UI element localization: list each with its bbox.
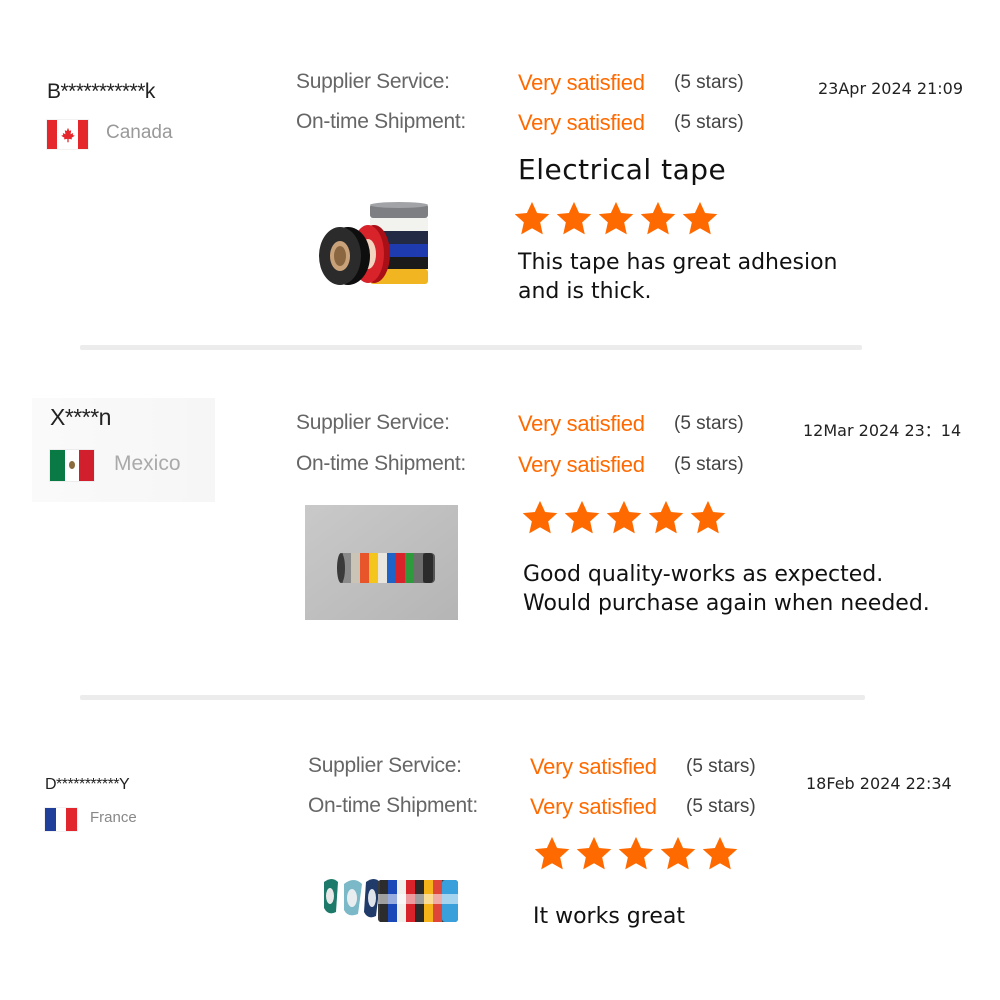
comment-line: Good quality-works as expected. [523, 562, 884, 587]
review-date: 12Mar 2024 23：14 [803, 421, 962, 440]
star-icon [598, 201, 634, 235]
supplier-service-stars: (5 stars) [686, 756, 756, 777]
ontime-shipment-rating: Very satisfied [530, 794, 657, 819]
star-icon [564, 500, 600, 534]
rating-stars [533, 835, 739, 872]
comment-line: This tape has great adhesion [518, 250, 838, 275]
reviewer-country: France [90, 809, 137, 826]
ontime-shipment-rating: Very satisfied [518, 110, 645, 135]
ontime-shipment-rating: Very satisfied [518, 452, 645, 477]
supplier-service-label: Supplier Service: [296, 411, 450, 434]
reviewer-info-box [32, 398, 215, 502]
rating-stars [513, 200, 719, 237]
rating-stars [521, 499, 727, 536]
review-divider [80, 345, 862, 350]
review-card: B***********k Canada Supplier Service: V… [0, 0, 1000, 350]
canada-flag-icon [47, 120, 88, 149]
supplier-service-stars: (5 stars) [674, 413, 744, 434]
comment-line: Would purchase again when needed. [523, 591, 930, 616]
product-title: Electrical tape [518, 153, 727, 186]
reviewer-country: Mexico [114, 452, 181, 475]
star-icon [618, 836, 654, 870]
review-comment: Good quality-works as expected. Would pu… [523, 560, 963, 618]
supplier-service-rating: Very satisfied [530, 754, 657, 779]
product-image[interactable] [305, 505, 458, 620]
star-icon [576, 836, 612, 870]
star-icon [648, 500, 684, 534]
star-icon [702, 836, 738, 870]
ontime-shipment-label: On-time Shipment: [296, 110, 466, 133]
star-icon [682, 201, 718, 235]
review-comment: This tape has great adhesion and is thic… [518, 248, 878, 306]
product-image[interactable] [318, 198, 433, 294]
star-icon [514, 201, 550, 235]
ontime-shipment-label: On-time Shipment: [296, 452, 466, 475]
ontime-shipment-stars: (5 stars) [674, 112, 744, 133]
ontime-shipment-stars: (5 stars) [674, 454, 744, 475]
ontime-shipment-stars: (5 stars) [686, 796, 756, 817]
star-icon [640, 201, 676, 235]
star-icon [522, 500, 558, 534]
reviewer-username: D***********Y [45, 776, 130, 793]
supplier-service-label: Supplier Service: [296, 70, 450, 93]
supplier-service-label: Supplier Service: [308, 754, 462, 777]
supplier-service-rating: Very satisfied [518, 70, 645, 95]
star-icon [690, 500, 726, 534]
product-image[interactable] [322, 872, 459, 924]
star-icon [534, 836, 570, 870]
star-icon [660, 836, 696, 870]
comment-line: It works great [533, 904, 685, 929]
supplier-service-stars: (5 stars) [674, 72, 744, 93]
france-flag-icon [45, 808, 77, 831]
reviewer-country: Canada [106, 122, 173, 143]
reviewer-username: B***********k [47, 80, 155, 103]
review-divider [80, 695, 865, 700]
supplier-service-rating: Very satisfied [518, 411, 645, 436]
review-comment: It works great [533, 902, 833, 931]
review-date: 18Feb 2024 22:34 [806, 774, 952, 793]
mexico-flag-icon [50, 450, 94, 481]
star-icon [556, 201, 592, 235]
review-date: 23Apr 2024 21:09 [818, 79, 964, 98]
ontime-shipment-label: On-time Shipment: [308, 794, 478, 817]
comment-line: and is thick. [518, 279, 652, 304]
star-icon [606, 500, 642, 534]
reviewer-username: X****n [50, 404, 111, 430]
